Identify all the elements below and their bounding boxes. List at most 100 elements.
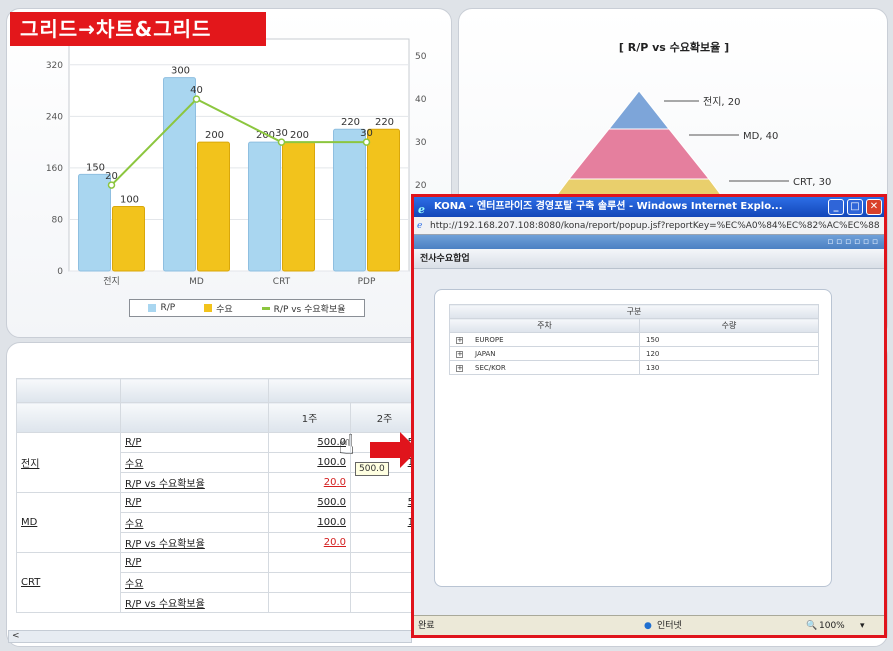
data-grid: 1주 2주 전지R/P500.05수요100.01R/P vs 수요확보율20.… [16, 378, 419, 613]
metric-label[interactable]: 수요 [120, 572, 269, 593]
bar-demand [112, 206, 145, 272]
left-axis-tick: 0 [57, 267, 63, 277]
combo-chart: 0801602403201020304050150100전지300200MD20… [46, 38, 427, 287]
popup-row-qty: 120 [639, 346, 819, 361]
value-cell[interactable] [268, 552, 351, 573]
popup-table: 구분 주차 수량 + EUROPE 150 + JAPAN 120 + SEC/KOR 130 [449, 304, 819, 375]
address-bar[interactable]: ℯ http://192.168.207.108:8080/kona/repor… [414, 217, 884, 235]
bar-rp [163, 77, 196, 272]
left-axis-tick: 160 [46, 164, 63, 174]
popup-titlebar[interactable]: ℯ KONA - 엔터프라이즈 경영포탈 구축 솔루션 - Windows In… [414, 197, 884, 217]
value-cell[interactable]: 500.0 [268, 492, 351, 513]
metric-label[interactable]: 수요 [120, 512, 269, 533]
popup-table-row[interactable]: + EUROPE 150 [449, 332, 819, 347]
line-point-label: 20 [105, 171, 118, 182]
bar-demand [282, 141, 315, 272]
table-row: MDR/P500.05 [16, 492, 419, 553]
popup-row-name-cell[interactable]: + JAPAN [449, 346, 640, 361]
popup-row-name-cell[interactable]: + SEC/KOR [449, 360, 640, 375]
value-cell[interactable]: 5 [350, 492, 419, 513]
popup-row-qty: 130 [639, 360, 819, 375]
zoom-dropdown-icon[interactable]: ▾ [860, 616, 865, 636]
metric-label[interactable]: 수요 [120, 452, 269, 473]
left-axis-tick: 80 [52, 215, 64, 225]
pyramid-label-3: CRT, 30 [793, 177, 831, 188]
legend-item-demand: 수요 [204, 302, 233, 315]
status-zone: 인터넷 [657, 621, 682, 631]
globe-icon: ● [644, 621, 652, 631]
legend-item-ratio: R/P vs 수요확보율 [261, 302, 346, 315]
line-point-label: 40 [190, 85, 203, 96]
legend-label: R/P vs 수요확보율 [273, 304, 346, 315]
value-cell[interactable]: 20.0 [268, 532, 351, 553]
popup-row-name: JAPAN [475, 349, 496, 358]
status-zoom[interactable]: 100% [819, 616, 845, 636]
table-row: 전지R/P500.05 [16, 432, 419, 493]
popup-table-body: + EUROPE 150 + JAPAN 120 + SEC/KOR 130 [449, 332, 819, 375]
line-point-label: 30 [360, 128, 373, 139]
popup-window[interactable]: ℯ KONA - 엔터프라이즈 경영포탈 구축 솔루션 - Windows In… [411, 194, 887, 638]
value-cell[interactable] [268, 592, 351, 613]
address-text: http://192.168.207.108:8080/kona/report/… [430, 221, 880, 231]
expand-icon[interactable]: + [456, 336, 463, 344]
value-cell[interactable]: 20.0 [268, 472, 351, 493]
grid-corner [16, 378, 121, 403]
popup-col-week: 주차 [449, 318, 640, 333]
popup-table-header-row: 주차 수량 [449, 318, 819, 333]
line-point [277, 138, 286, 146]
bar-rp [248, 141, 281, 272]
popup-col-qty: 수량 [639, 318, 819, 333]
metric-label[interactable]: R/P [120, 492, 269, 513]
popup-table-row[interactable]: + JAPAN 120 [449, 346, 819, 361]
value-cell[interactable]: 1 [350, 512, 419, 533]
expand-icon[interactable]: + [456, 364, 463, 372]
horizontal-scrollbar[interactable]: < [8, 630, 412, 643]
category-tick: PDP [358, 277, 376, 287]
bar-demand-label: 220 [375, 117, 394, 128]
maximize-button[interactable]: □ [847, 199, 863, 215]
pyramid-slice-middle [567, 128, 711, 180]
bar-rp-label: 300 [171, 66, 190, 77]
grid-header-row: 1주 2주 [16, 402, 419, 433]
value-cell[interactable] [350, 592, 419, 613]
popup-row-name-cell[interactable]: + EUROPE [449, 332, 640, 347]
pyramid-label-1: 전지, 20 [703, 96, 740, 108]
expand-icon[interactable]: + [456, 350, 463, 358]
row-group-label[interactable]: 전지 [16, 432, 121, 493]
metric-label[interactable]: R/P vs 수요확보율 [120, 592, 269, 613]
value-cell[interactable] [268, 572, 351, 593]
legend-label: R/P [160, 303, 176, 313]
row-group-label[interactable]: MD [16, 492, 121, 553]
value-cell[interactable]: 100.0 [268, 512, 351, 533]
right-axis-tick: 50 [415, 52, 427, 62]
scroll-left-arrow-icon[interactable]: < [12, 631, 20, 641]
value-cell[interactable] [350, 552, 419, 573]
banner-title: 그리드→차트&그리드 [10, 12, 266, 46]
legend-label: 수요 [216, 304, 233, 315]
popup-table-row[interactable]: + SEC/KOR 130 [449, 360, 819, 375]
bar-demand-label: 200 [290, 130, 309, 141]
row-group-label[interactable]: CRT [16, 552, 121, 613]
left-axis-tick: 240 [46, 112, 63, 122]
value-cell[interactable] [350, 572, 419, 593]
chart-legend: R/P 수요 R/P vs 수요확보율 [129, 299, 365, 317]
metric-label[interactable]: R/P [120, 432, 269, 453]
pyramid-slice-top [607, 90, 671, 130]
bar-demand-label: 200 [205, 130, 224, 141]
metric-label[interactable]: R/P vs 수요확보율 [120, 532, 269, 553]
bar-demand [367, 128, 400, 272]
grid-header-blank [120, 402, 269, 433]
close-button[interactable]: ✕ [866, 199, 882, 215]
metric-label[interactable]: R/P vs 수요확보율 [120, 472, 269, 493]
zoom-icon[interactable]: 🔍 [806, 616, 817, 636]
left-axis-tick: 320 [46, 61, 63, 71]
grid-header-week2[interactable]: 2주 [350, 402, 419, 433]
value-cell[interactable] [350, 532, 419, 553]
popup-row-qty: 150 [639, 332, 819, 347]
status-text: 완료 [418, 621, 435, 631]
category-tick: 전지 [103, 276, 120, 287]
metric-label[interactable]: R/P [120, 552, 269, 573]
minimize-button[interactable]: _ [828, 199, 844, 215]
line-point-label: 30 [275, 128, 288, 139]
page-icon: ℯ [417, 221, 423, 231]
